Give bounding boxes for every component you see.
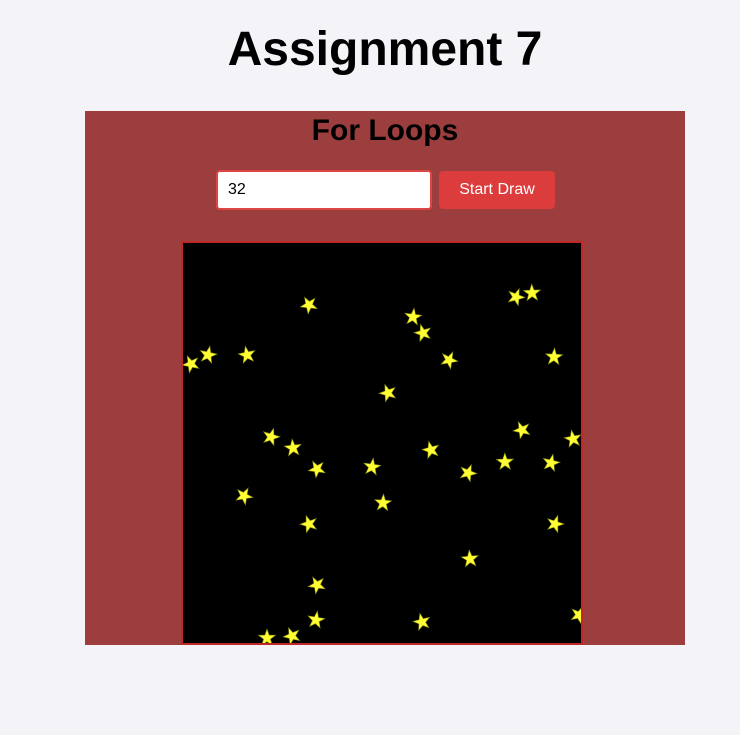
star: [257, 628, 277, 643]
star: [183, 354, 200, 374]
star-canvas-svg: [183, 283, 581, 643]
star: [307, 610, 326, 629]
star: [570, 607, 581, 625]
star: [544, 347, 564, 366]
star: [378, 383, 397, 403]
star: [283, 438, 303, 457]
star: [307, 460, 327, 479]
star: [421, 440, 440, 460]
star: [262, 427, 281, 447]
star: [546, 514, 565, 534]
star: [412, 612, 431, 632]
star: [282, 626, 301, 643]
star: [507, 287, 526, 307]
star: [495, 452, 515, 471]
star: [460, 549, 480, 568]
start-draw-button[interactable]: Start Draw: [439, 171, 555, 209]
star: [522, 283, 542, 302]
section-title: For Loops: [311, 114, 459, 147]
star: [235, 487, 254, 506]
star: [542, 453, 561, 473]
for-loops-panel: For Loops Start Draw: [85, 111, 685, 645]
star: [563, 429, 581, 448]
page-title: Assignment 7: [227, 23, 543, 76]
star: [299, 514, 318, 534]
star-count-input[interactable]: [216, 170, 432, 210]
star: [199, 345, 218, 365]
star: [237, 345, 256, 365]
star: [459, 463, 478, 483]
star: [363, 457, 382, 476]
star: [403, 307, 423, 326]
star: [373, 493, 393, 512]
drawing-canvas: [181, 241, 583, 645]
star: [307, 576, 326, 595]
star: [413, 323, 432, 343]
star: [512, 420, 531, 440]
star: [299, 296, 319, 315]
star: [440, 351, 459, 370]
